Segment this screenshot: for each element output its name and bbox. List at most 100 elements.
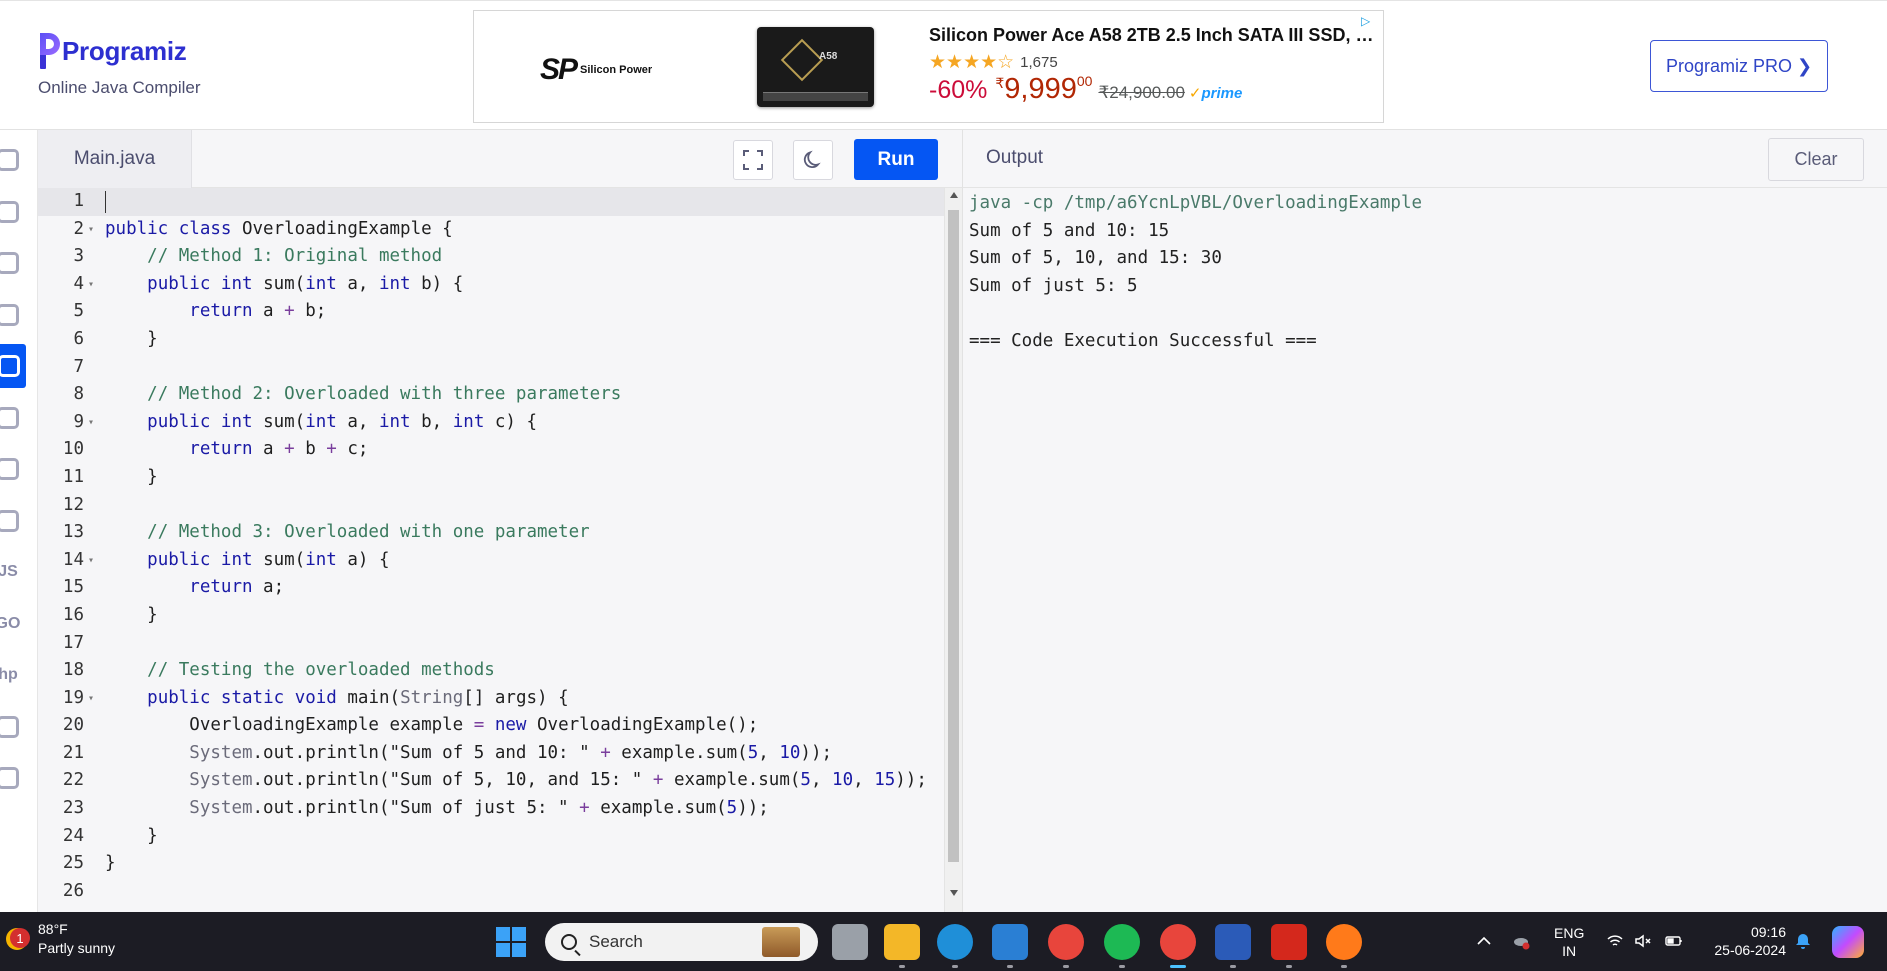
ad-product-image[interactable]: A58 (757, 27, 874, 107)
code-text[interactable]: // Method 3: Overloaded with one paramet… (105, 519, 590, 547)
code-text[interactable]: public int sum(int a, int b) { (105, 271, 463, 299)
notification-bell-icon[interactable] (1794, 932, 1812, 950)
folder-icon[interactable] (884, 924, 920, 960)
code-line[interactable]: 17 (38, 630, 944, 658)
adchoices-icon[interactable]: ▷ (1361, 15, 1373, 27)
code-line[interactable]: 13 // Method 3: Overloaded with one para… (38, 519, 944, 547)
scrollbar-thumb[interactable] (948, 210, 959, 862)
sublime-icon[interactable] (1326, 924, 1362, 960)
edge-icon[interactable] (937, 924, 973, 960)
code-line[interactable]: 24 } (38, 823, 944, 851)
code-line[interactable]: 16 } (38, 602, 944, 630)
taskbar-search[interactable]: Search (545, 923, 818, 961)
code-line[interactable]: 22 System.out.println("Sum of 5, 10, and… (38, 767, 944, 795)
chevron-up-icon[interactable] (1475, 932, 1493, 950)
code-text[interactable]: return a + b; (105, 298, 326, 326)
chrome-icon[interactable] (1048, 924, 1084, 960)
dark-mode-button[interactable] (793, 140, 833, 180)
code-line[interactable]: 20 OverloadingExample example = new Over… (38, 712, 944, 740)
code-text[interactable]: // Method 1: Original method (105, 243, 442, 271)
python-icon[interactable] (0, 138, 26, 182)
word-icon[interactable] (1215, 924, 1251, 960)
volume-muted-icon[interactable] (1634, 932, 1652, 950)
fold-arrow-icon[interactable]: ▾ (88, 271, 94, 299)
code-text[interactable]: public int sum(int a) { (105, 547, 389, 575)
programiz-logo[interactable]: Programiz (40, 31, 187, 71)
copilot-icon[interactable] (1832, 926, 1864, 958)
code-line[interactable]: 5 return a + b; (38, 298, 944, 326)
file-explorer-taskview-icon[interactable] (832, 924, 868, 960)
code-line[interactable]: 25} (38, 850, 944, 878)
code-text[interactable]: } (105, 326, 158, 354)
code-line[interactable]: 23 System.out.println("Sum of just 5: " … (38, 795, 944, 823)
language-indicator[interactable]: ENG IN (1554, 924, 1584, 960)
code-line[interactable]: 8 // Method 2: Overloaded with three par… (38, 381, 944, 409)
spotify-icon[interactable] (1104, 924, 1140, 960)
code-line[interactable]: 15 return a; (38, 574, 944, 602)
js-icon[interactable]: JS (0, 550, 26, 594)
code-text[interactable]: // Method 2: Overloaded with three param… (105, 381, 621, 409)
swift-icon[interactable] (0, 705, 26, 749)
code-text[interactable]: public static void main(String[] args) { (105, 685, 568, 713)
html-icon[interactable] (0, 293, 26, 337)
fold-arrow-icon[interactable]: ▾ (88, 409, 94, 437)
code-line[interactable]: 21 System.out.println("Sum of 5 and 10: … (38, 740, 944, 768)
chrome-profile-icon[interactable] (1160, 924, 1196, 960)
code-line[interactable]: 26 (38, 878, 944, 906)
scroll-up-icon[interactable] (950, 192, 958, 198)
code-line[interactable]: 4 ▾ public int sum(int a, int b) { (38, 271, 944, 299)
code-text[interactable]: public class OverloadingExample { (105, 216, 453, 244)
csharp-icon[interactable] (0, 499, 26, 543)
code-line[interactable]: 6 } (38, 326, 944, 354)
clear-button[interactable]: Clear (1768, 138, 1864, 181)
code-text[interactable]: } (105, 850, 116, 878)
scroll-down-icon[interactable] (950, 890, 958, 896)
code-line[interactable]: 19 ▾ public static void main(String[] arg… (38, 685, 944, 713)
tab-main-java[interactable]: Main.java (38, 130, 192, 188)
code-text[interactable]: public int sum(int a, int b, int c) { (105, 409, 537, 437)
weather-widget[interactable]: 1 88°F Partly sunny (6, 920, 115, 958)
clock[interactable]: 09:16 25-06-2024 (1706, 923, 1786, 959)
rust-icon[interactable] (0, 756, 26, 800)
code-line[interactable]: 2 ▾ public class OverloadingExample { (38, 216, 944, 244)
code-editor[interactable]: 1 2 ▾ public class OverloadingExample {3 //… (38, 188, 962, 912)
c-icon[interactable] (0, 396, 26, 440)
code-text[interactable]: } (105, 464, 158, 492)
fullscreen-button[interactable] (733, 140, 773, 180)
editor-scrollbar[interactable] (944, 188, 962, 912)
sql-icon[interactable] (0, 241, 26, 285)
acrobat-icon[interactable] (1271, 924, 1307, 960)
fold-arrow-icon[interactable]: ▾ (88, 547, 94, 575)
cpp-icon[interactable] (0, 447, 26, 491)
code-line[interactable]: 3 // Method 1: Original method (38, 243, 944, 271)
code-text[interactable]: } (105, 823, 158, 851)
code-line[interactable]: 10 return a + b + c; (38, 436, 944, 464)
code-text[interactable]: // Testing the overloaded methods (105, 657, 495, 685)
code-line[interactable]: 9 ▾ public int sum(int a, int b, int c) { (38, 409, 944, 437)
code-line[interactable]: 11 } (38, 464, 944, 492)
code-text[interactable]: System.out.println("Sum of 5 and 10: " +… (105, 740, 832, 768)
code-text[interactable]: return a; (105, 574, 284, 602)
programiz-pro-button[interactable]: Programiz PRO ❯ (1650, 40, 1828, 92)
java-icon[interactable] (0, 344, 26, 388)
code-line[interactable]: 1 (38, 188, 944, 216)
go-icon[interactable]: GO (0, 602, 26, 646)
code-line[interactable]: 12 (38, 492, 944, 520)
ad-product-title[interactable]: Silicon Power Ace A58 2TB 2.5 Inch SATA … (929, 25, 1374, 46)
code-text[interactable]: return a + b + c; (105, 436, 368, 464)
code-line[interactable]: 14 ▾ public int sum(int a) { (38, 547, 944, 575)
run-button[interactable]: Run (854, 139, 938, 180)
code-lines[interactable]: 1 2 ▾ public class OverloadingExample {3 //… (38, 188, 944, 905)
r-icon[interactable] (0, 190, 26, 234)
store-icon[interactable] (992, 924, 1028, 960)
php-icon[interactable]: hp (0, 653, 26, 697)
start-button[interactable] (496, 927, 526, 957)
onedrive-icon[interactable] (1512, 932, 1530, 950)
wifi-icon[interactable] (1606, 932, 1624, 950)
code-text[interactable]: } (105, 602, 158, 630)
battery-icon[interactable] (1665, 932, 1683, 950)
advertisement-banner[interactable]: SP Silicon Power A58 Silicon Power Ace A… (473, 10, 1384, 123)
code-text[interactable]: System.out.println("Sum of 5, 10, and 15… (105, 767, 927, 795)
fold-arrow-icon[interactable]: ▾ (88, 216, 94, 244)
code-line[interactable]: 18 // Testing the overloaded methods (38, 657, 944, 685)
